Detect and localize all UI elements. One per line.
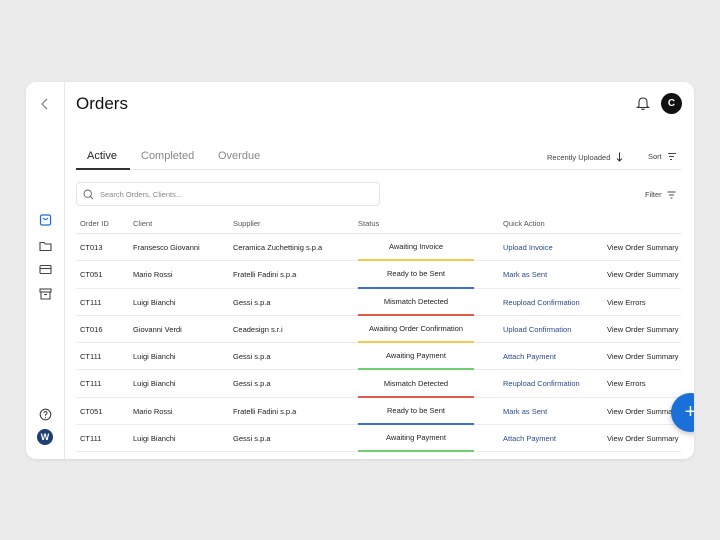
- status-badge: Awaiting Invoice: [358, 234, 474, 262]
- table-row[interactable]: CT111 Luigi Bianchi Gessi s.p.a Mismatch De…: [76, 370, 681, 398]
- supplier-cell: Gessi s.p.a: [233, 297, 271, 307]
- secondary-action-link[interactable]: View Errors: [607, 298, 646, 307]
- search-box[interactable]: [76, 182, 380, 206]
- supplier-cell: Gessi s.p.a: [233, 352, 271, 362]
- status-badge: Ready to be Sent: [358, 261, 474, 289]
- app-window: W Orders C Active Completed Overdue Rece…: [26, 82, 694, 459]
- secondary-action-link[interactable]: View Order Summary: [607, 270, 679, 279]
- client-cell: Fransesco Giovanni: [133, 243, 200, 252]
- order-id-cell: CT051: [80, 406, 103, 416]
- status-badge: Awaiting Order Confirmation: [358, 316, 474, 344]
- table-row[interactable]: CT013 Fransesco Giovanni Ceramica Zuchetti…: [76, 234, 681, 262]
- secondary-action-link[interactable]: View Order Summary: [607, 352, 679, 361]
- sidebar: W: [26, 82, 65, 459]
- client-cell: Giovanni Verdi: [133, 324, 182, 334]
- filter-label: Filter: [645, 190, 662, 199]
- avatar[interactable]: C: [661, 93, 682, 114]
- bell-icon[interactable]: [636, 95, 650, 111]
- order-id-cell: CT111: [80, 352, 102, 362]
- folder-icon[interactable]: [37, 238, 53, 254]
- client-cell: Luigi Bianchi: [133, 434, 176, 444]
- header-client[interactable]: Client: [133, 219, 152, 228]
- tab-completed[interactable]: Completed: [141, 150, 194, 162]
- supplier-cell: Ceadesign s.r.i: [233, 324, 283, 334]
- header-order-id[interactable]: Order ID: [80, 219, 109, 228]
- client-cell: Luigi Bianchi: [133, 379, 176, 389]
- status-badge: Awaiting Payment: [358, 343, 474, 371]
- status-badge: Mismatch Detected: [358, 370, 474, 398]
- quick-action-link[interactable]: Reupload Confirmation: [503, 298, 580, 307]
- active-tab-indicator: [76, 168, 130, 170]
- chevron-left-icon[interactable]: [37, 96, 53, 112]
- quick-action-link[interactable]: Mark as Sent: [503, 407, 547, 416]
- quick-action-link[interactable]: Upload Confirmation: [503, 325, 571, 334]
- client-cell: Mario Rossi: [133, 406, 173, 416]
- arrow-down-icon: [617, 152, 623, 162]
- quick-action-link[interactable]: Upload Invoice: [503, 243, 553, 252]
- supplier-cell: Fratelli Fadini s.p.a: [233, 406, 297, 416]
- order-id-cell: CT013: [80, 243, 103, 252]
- shopping-bag-icon[interactable]: [37, 211, 53, 227]
- sort-button[interactable]: Sort: [648, 152, 677, 161]
- supplier-cell: Gessi s.p.a: [233, 434, 271, 444]
- table-header: Order ID Client Supplier Status Quick Ac…: [76, 215, 681, 234]
- recently-uploaded-label: Recently Uploaded: [547, 152, 611, 162]
- recently-uploaded-button[interactable]: Recently Uploaded: [547, 152, 623, 162]
- header-supplier[interactable]: Supplier: [233, 219, 261, 228]
- supplier-cell: Fratelli Fadini s.p.a: [233, 270, 297, 280]
- status-badge: Ready to be Sent: [358, 398, 474, 426]
- archive-icon[interactable]: [37, 286, 53, 302]
- table-row[interactable]: CT111 Luigi Bianchi Gessi s.p.a Awaiting Pa…: [76, 425, 681, 453]
- order-id-cell: CT111: [80, 434, 102, 444]
- secondary-action-link[interactable]: View Order Summary: [607, 434, 679, 443]
- quick-action-link[interactable]: Mark as Sent: [503, 270, 547, 279]
- secondary-action-link[interactable]: View Order Summary: [607, 325, 679, 334]
- quick-action-link[interactable]: Attach Payment: [503, 434, 556, 443]
- tab-bar: Active Completed Overdue Recently Upload…: [76, 148, 681, 170]
- secondary-action-link[interactable]: View Errors: [607, 379, 646, 388]
- client-cell: Mario Rossi: [133, 270, 173, 280]
- order-id-cell: CT111: [80, 379, 102, 389]
- table-body: CT013 Fransesco Giovanni Ceramica Zuchetti…: [76, 234, 681, 453]
- status-badge: Awaiting Payment: [358, 425, 474, 453]
- tab-overdue[interactable]: Overdue: [218, 150, 260, 162]
- table-row[interactable]: CT016 Giovanni Verdi Ceadesign s.r.i Awaiti…: [76, 316, 681, 344]
- tab-active[interactable]: Active: [87, 150, 117, 162]
- search-input[interactable]: [100, 189, 360, 199]
- plus-icon: +: [684, 401, 694, 423]
- help-icon[interactable]: [37, 406, 53, 422]
- sort-label: Sort: [648, 152, 662, 161]
- table-row[interactable]: CT111 Luigi Bianchi Gessi s.p.a Mismatch De…: [76, 289, 681, 316]
- secondary-action-link[interactable]: View Order Summary: [607, 407, 679, 416]
- main-content: Orders C Active Completed Overdue Recent…: [65, 82, 694, 459]
- supplier-cell: Ceramica Zuchettinig s.p.a: [233, 243, 323, 252]
- order-id-cell: CT051: [80, 270, 103, 280]
- order-id-cell: CT111: [80, 297, 102, 307]
- header-quick-action[interactable]: Quick Action: [503, 219, 545, 228]
- filter-button[interactable]: Filter: [645, 190, 676, 199]
- order-id-cell: CT016: [80, 324, 103, 334]
- table-row[interactable]: CT051 Mario Rossi Fratelli Fadini s.p.a Rea…: [76, 261, 681, 289]
- client-cell: Luigi Bianchi: [133, 297, 176, 307]
- quick-action-link[interactable]: Attach Payment: [503, 352, 556, 361]
- brand-logo-icon: W: [37, 429, 53, 445]
- page-title: Orders: [76, 94, 128, 113]
- table-row[interactable]: CT111 Luigi Bianchi Gessi s.p.a Awaiting Pa…: [76, 343, 681, 371]
- orders-table: Order ID Client Supplier Status Quick Ac…: [76, 215, 681, 453]
- sort-icon: [667, 153, 676, 160]
- table-row[interactable]: CT051 Mario Rossi Fratelli Fadini s.p.a Rea…: [76, 398, 681, 426]
- client-cell: Luigi Bianchi: [133, 352, 176, 362]
- supplier-cell: Gessi s.p.a: [233, 379, 271, 389]
- quick-action-link[interactable]: Reupload Confirmation: [503, 379, 580, 388]
- status-badge: Mismatch Detected: [358, 289, 474, 316]
- header-status[interactable]: Status: [358, 219, 379, 228]
- search-icon: [83, 188, 94, 199]
- secondary-action-link[interactable]: View Order Summary: [607, 243, 679, 252]
- credit-card-icon[interactable]: [37, 261, 53, 277]
- filter-icon: [667, 191, 676, 198]
